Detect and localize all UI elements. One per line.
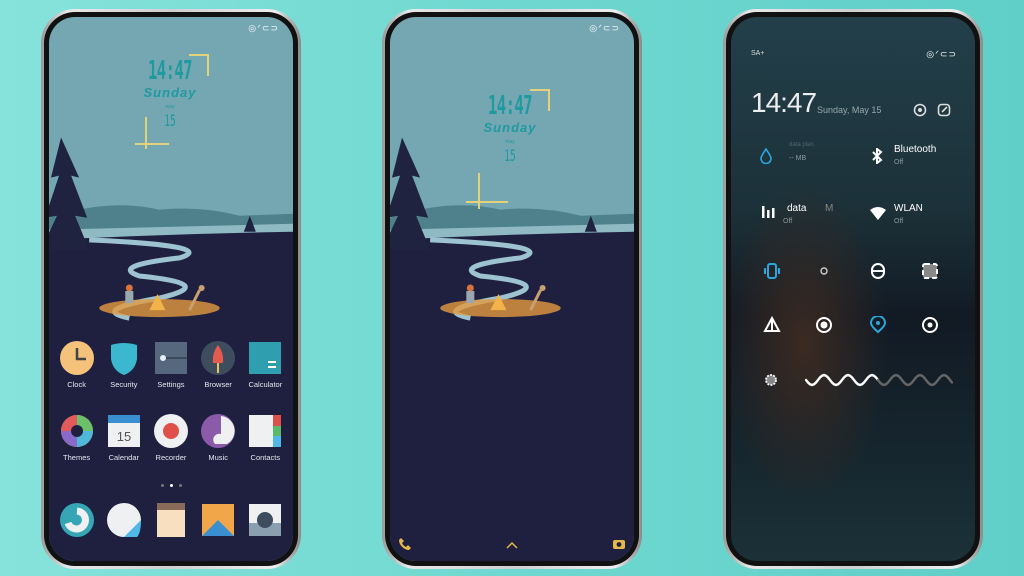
app-label: Calculator: [248, 380, 283, 389]
dark-mode-icon: [816, 317, 832, 333]
camera-shortcut-icon[interactable]: [612, 537, 626, 551]
notes-icon: [154, 503, 188, 537]
reading-mode-toggle[interactable]: [921, 316, 939, 334]
airplane-toggle[interactable]: [763, 315, 781, 334]
dock: [49, 503, 293, 537]
app-camera[interactable]: [242, 503, 288, 537]
phone-home: ◎ᐟ⊂⊃ 14:47 Sunday may 15 Clock Security Se…: [41, 9, 301, 569]
clock-day: Sunday: [483, 120, 537, 135]
clock-widget: 14:47 Sunday may 15: [450, 92, 570, 164]
screenshot-icon: [922, 263, 938, 279]
status-icons: ◎ᐟ⊂⊃: [248, 23, 279, 33]
app-clock[interactable]: Clock: [54, 341, 100, 389]
phone-icon: [59, 503, 94, 537]
app-label: Music: [208, 453, 228, 462]
clock-widget[interactable]: 14:47 Sunday may 15: [110, 57, 230, 129]
dnd-toggle[interactable]: [815, 262, 833, 280]
bracket-decoration: [145, 117, 147, 149]
app-calendar[interactable]: 15 Calendar: [101, 414, 147, 462]
vibrate-icon: [764, 263, 780, 279]
bluetooth-icon: [872, 148, 883, 164]
app-security[interactable]: Security: [101, 341, 147, 389]
bracket-decoration: [135, 119, 169, 145]
dark-mode-toggle[interactable]: [815, 316, 833, 334]
app-calculator[interactable]: Calculator: [242, 341, 288, 389]
swipe-up-icon[interactable]: [505, 541, 519, 549]
contacts-icon: [248, 414, 282, 448]
app-recorder[interactable]: Recorder: [148, 414, 194, 462]
page-indicator[interactable]: [49, 484, 293, 487]
vibrate-toggle[interactable]: [763, 262, 781, 280]
bracket-decoration: [189, 54, 209, 76]
control-center: SA+ ◎ᐟ⊂⊃ 14:47 Sunday, May 15 data plan …: [731, 17, 975, 561]
flashlight-toggle[interactable]: [869, 262, 887, 280]
app-label: Recorder: [155, 453, 187, 462]
status-icons: ◎ᐟ⊂⊃: [926, 49, 957, 59]
app-label: Themes: [63, 453, 91, 462]
app-gallery[interactable]: [195, 503, 241, 537]
app-phone[interactable]: [54, 503, 100, 537]
rocket-icon: [201, 341, 236, 375]
status-icons: ◎ᐟ⊂⊃: [589, 23, 620, 33]
wifi-icon: [870, 207, 886, 220]
music-icon: [201, 414, 236, 448]
calendar-icon: 15: [107, 414, 141, 448]
svg-text:15: 15: [117, 429, 131, 444]
dnd-icon: [820, 267, 828, 275]
app-messages[interactable]: [101, 503, 147, 537]
bracket-decoration: [478, 173, 480, 209]
bracket-decoration: [466, 177, 508, 203]
calculator-icon: [248, 341, 282, 375]
app-contacts[interactable]: Contacts: [242, 414, 288, 462]
brightness-slider[interactable]: [805, 372, 953, 388]
bracket-decoration: [530, 89, 550, 111]
clock-date: 15: [504, 146, 516, 165]
drop-icon: [760, 148, 772, 164]
signal-icon: [762, 206, 775, 218]
app-settings[interactable]: Settings: [148, 341, 194, 389]
camera-icon: [248, 503, 282, 537]
shield-icon: [107, 341, 141, 375]
clock-icon: [59, 341, 94, 375]
brightness-icon: [765, 374, 777, 386]
app-notes[interactable]: [148, 503, 194, 537]
app-label: Calendar: [108, 453, 139, 462]
clock-day: Sunday: [143, 85, 197, 100]
recorder-icon: [153, 414, 188, 448]
location-icon: [869, 315, 887, 334]
messages-icon: [106, 503, 141, 537]
settings-icon[interactable]: [913, 103, 927, 117]
lock-screen: ◎ᐟ⊂⊃ 14:47 Sunday may 15: [390, 17, 634, 561]
app-label: Clock: [67, 380, 86, 389]
phone-control-center: SA+ ◎ᐟ⊂⊃ 14:47 Sunday, May 15 data plan …: [723, 9, 983, 569]
gallery-icon: [201, 503, 235, 537]
app-music[interactable]: Music: [195, 414, 241, 462]
carrier-label: SA+: [751, 50, 765, 57]
reading-mode-icon: [922, 317, 938, 333]
app-label: Security: [110, 380, 138, 389]
app-label: Contacts: [250, 453, 281, 462]
app-label: Settings: [157, 380, 185, 389]
home-screen: ◎ᐟ⊂⊃ 14:47 Sunday may 15 Clock Security Se…: [49, 17, 293, 561]
flashlight-icon: [871, 263, 885, 279]
phone-lock: ◎ᐟ⊂⊃ 14:47 Sunday may 15: [382, 9, 642, 569]
airplane-icon: [763, 315, 781, 332]
edit-icon[interactable]: [937, 103, 951, 117]
themes-icon: [60, 414, 94, 448]
settings-icon: [154, 341, 188, 375]
screenshot-toggle[interactable]: [921, 262, 939, 280]
cc-date: Sunday, May 15: [817, 105, 882, 115]
location-toggle[interactable]: [869, 315, 887, 334]
cc-time: 14:47: [751, 87, 817, 118]
app-browser[interactable]: Browser: [195, 341, 241, 389]
app-themes[interactable]: Themes: [54, 414, 100, 462]
phone-shortcut-icon[interactable]: [398, 537, 412, 551]
app-label: Browser: [204, 380, 232, 389]
